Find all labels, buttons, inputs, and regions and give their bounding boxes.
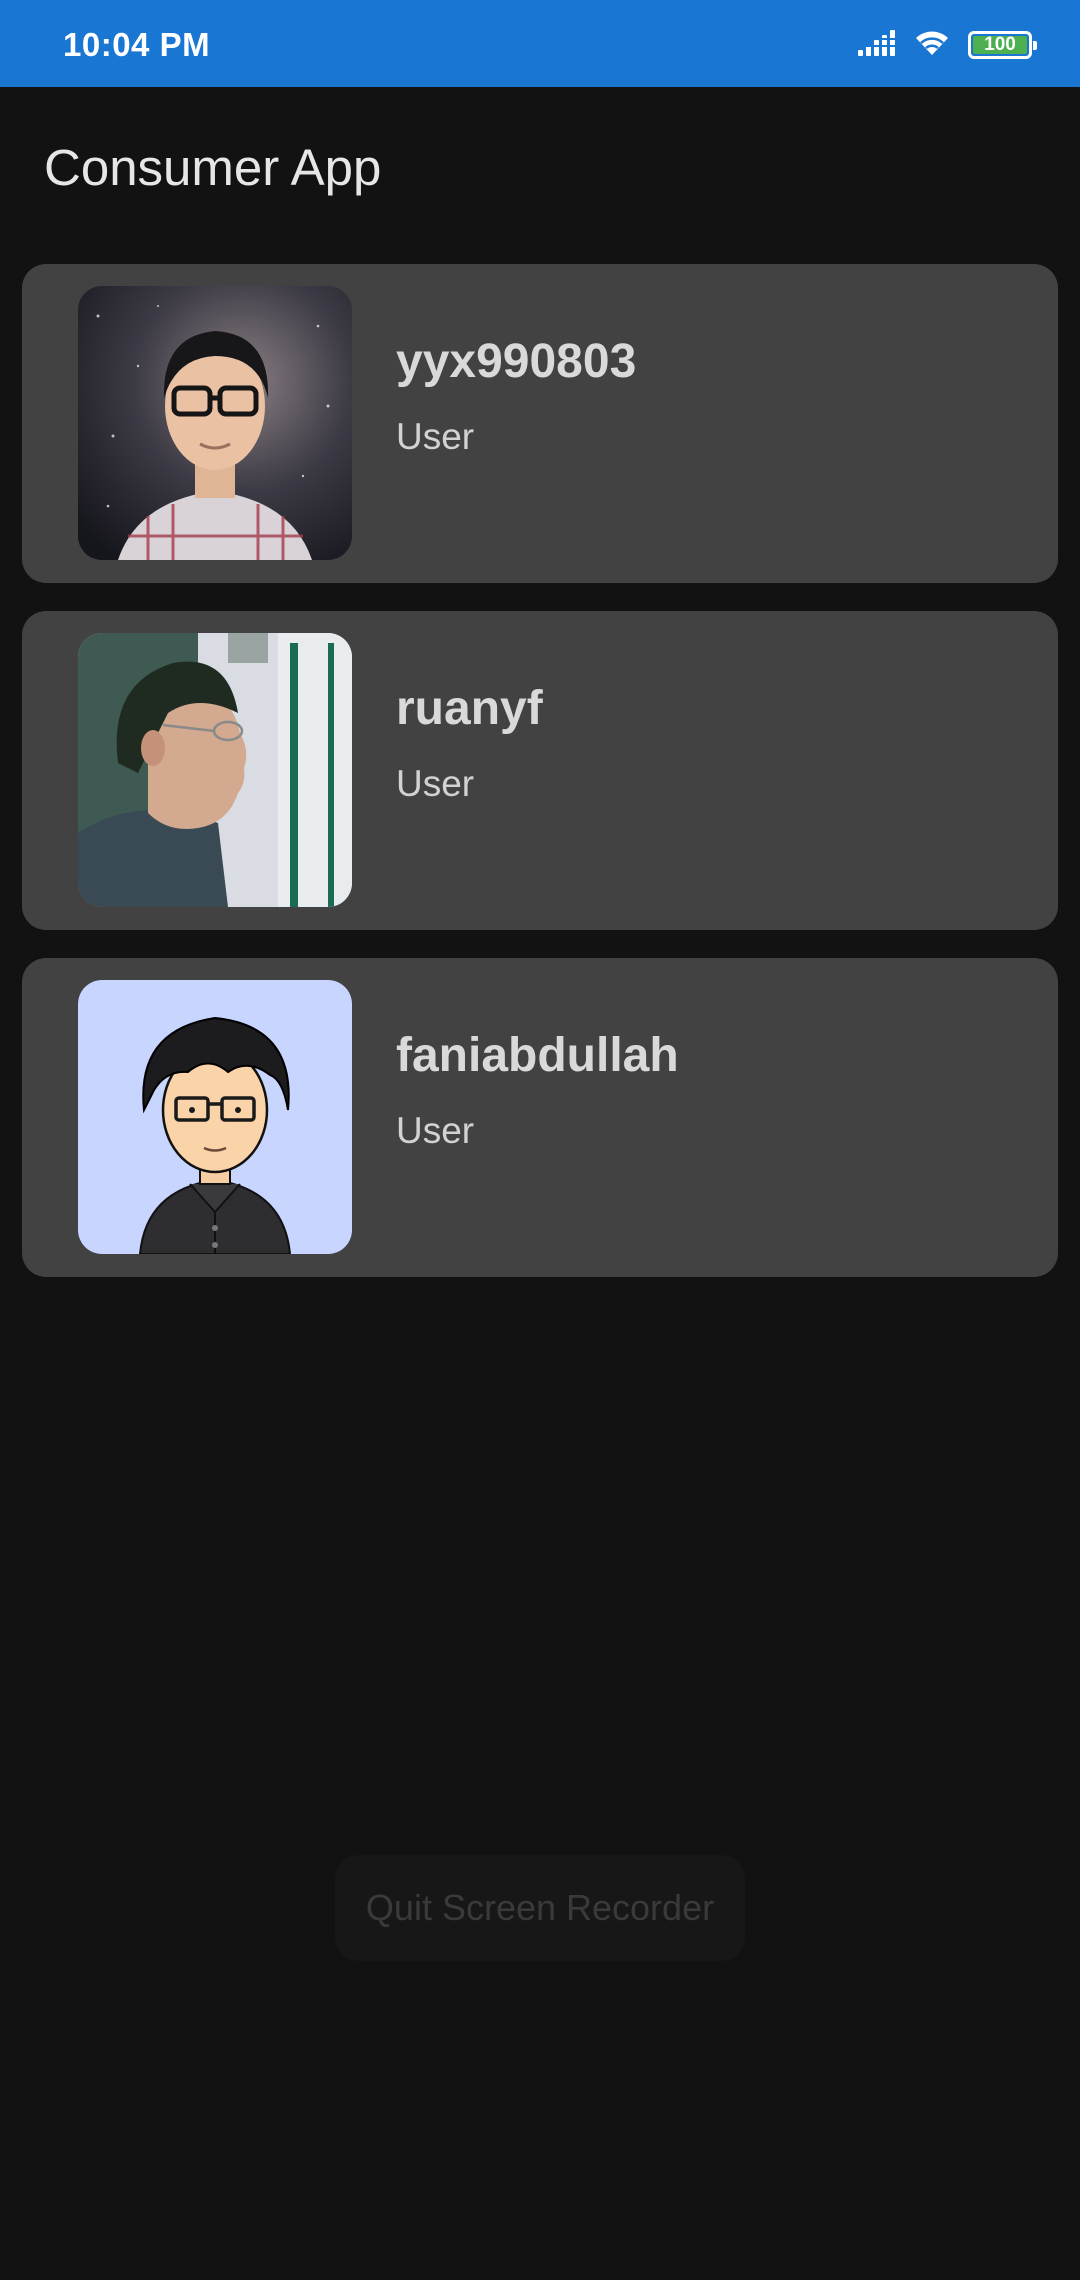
user-card[interactable]: yyx990803 User	[22, 264, 1058, 583]
battery-level-text: 100	[984, 34, 1016, 55]
username: faniabdullah	[396, 1029, 679, 1082]
avatar	[78, 980, 352, 1254]
cartoon-avatar-icon	[78, 980, 352, 1254]
user-card[interactable]: faniabdullah User	[22, 958, 1058, 1277]
avatar	[78, 286, 352, 560]
avatar	[78, 633, 352, 907]
status-icons: 100	[856, 26, 1037, 64]
quit-screen-recorder-button[interactable]: Quit Screen Recorder	[335, 1855, 745, 1961]
username: yyx990803	[396, 335, 637, 388]
wifi-icon	[912, 27, 952, 64]
user-role: User	[396, 763, 475, 804]
page-title: Consumer App	[44, 139, 382, 196]
user-role: User	[396, 416, 475, 457]
signal-icon	[856, 28, 896, 63]
user-card[interactable]: ruanyf User	[22, 611, 1058, 930]
status-time: 10:04 PM	[63, 26, 211, 63]
battery-tip	[1033, 41, 1037, 50]
battery-icon: 100	[968, 31, 1037, 59]
user-list: yyx990803 User ruanyf User faniabdullah …	[22, 264, 1058, 1305]
photo-avatar-icon	[78, 633, 352, 907]
user-role: User	[396, 1110, 475, 1151]
status-bar: 10:04 PM 100	[0, 0, 1080, 87]
photo-avatar-icon	[78, 286, 352, 560]
username: ruanyf	[396, 682, 543, 735]
